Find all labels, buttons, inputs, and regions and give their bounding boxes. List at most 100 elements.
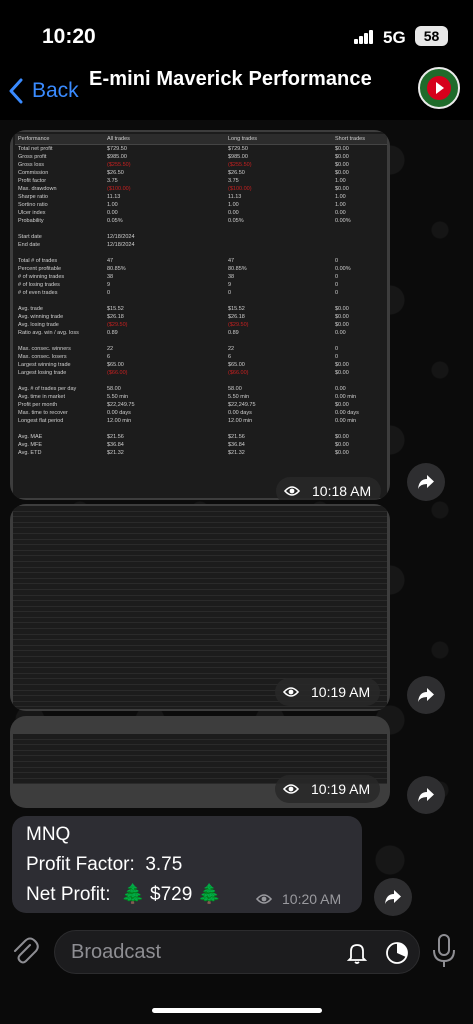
trades-grid-cell [66, 773, 93, 778]
trades-grid-cell [307, 528, 334, 533]
trades-grid-cell [40, 590, 67, 595]
trades-grid-cell [200, 635, 227, 640]
trades-grid-cell [40, 696, 67, 701]
profit-factor-value: 3.75 [145, 854, 183, 875]
trades-grid-cell [280, 573, 307, 578]
table-cell: End date [18, 242, 41, 248]
trades-grid-cell [173, 618, 200, 623]
table-cell: 12.00 min [228, 418, 253, 424]
table-cell: $26.50 [228, 170, 245, 176]
trades-grid-cell [280, 612, 307, 617]
table-cell: Max. consec. losers [18, 354, 67, 360]
trades-grid-cell [334, 612, 361, 617]
trades-grid-cell [93, 635, 120, 640]
trades-grid-cell [120, 562, 147, 567]
table-cell: 0.00 min [335, 418, 357, 424]
trades-grid-cell [280, 562, 307, 567]
table-row: Profit factor 3.75 3.75 1.00 [15, 177, 387, 185]
share-button[interactable] [407, 676, 445, 714]
table-cell: ($66.00) [228, 370, 249, 376]
table-row: Max. consec. winners 22 22 0 [15, 345, 387, 353]
paperclip-icon[interactable] [10, 936, 40, 966]
trades-grid-cell [147, 540, 174, 545]
trades-grid-cell [173, 696, 200, 701]
trades-grid-cell [120, 640, 147, 645]
trades-grid-cell [40, 517, 67, 522]
trades-grid-cell [334, 668, 361, 673]
table-cell: $985.00 [107, 154, 127, 160]
share-button[interactable] [407, 776, 445, 814]
table-cell: 22 [228, 346, 235, 352]
table-cell: 0.05% [228, 218, 244, 224]
table-row: Avg. time in market 5.50 min 5.50 min 0.00 … [15, 393, 387, 401]
share-button[interactable] [407, 463, 445, 501]
table-cell: ($66.00) [107, 370, 128, 376]
trades-grid-cell [253, 657, 280, 662]
back-label: Back [32, 79, 79, 102]
trades-grid-cell [253, 568, 280, 573]
trades-grid-cell [147, 512, 174, 517]
trades-grid-cell [66, 734, 93, 739]
trades-grid-cell [173, 512, 200, 517]
back-button[interactable]: Back [8, 76, 79, 106]
trades-grid-cell [147, 756, 174, 761]
home-indicator[interactable] [152, 1008, 322, 1013]
trades-grid-cell [200, 568, 227, 573]
trades-grid-cell [334, 506, 361, 511]
trades-grid-cell [280, 579, 307, 584]
chat-title[interactable]: E-mini Maverick Performance [89, 68, 372, 91]
trades-screenshot-message[interactable]: 10:19 AM [10, 504, 390, 711]
trades-grid-cell [200, 540, 227, 545]
trades-grid-cell [40, 607, 67, 612]
trades-grid-cell [360, 663, 387, 668]
table-cell: ($100.00) [107, 186, 131, 192]
trades-grid-cell [227, 768, 254, 773]
trades-grid-cell [360, 657, 387, 662]
trades-grid-cell [93, 745, 120, 750]
trades-grid-cell [173, 506, 200, 511]
trades-grid-cell [13, 773, 40, 778]
channel-avatar[interactable] [418, 67, 460, 109]
trades-grid-cell [173, 612, 200, 617]
trades-grid-cell [40, 612, 67, 617]
microphone-icon[interactable] [432, 934, 456, 968]
trades-grid-cell [40, 562, 67, 567]
table-cell: Largest winning trade [18, 362, 71, 368]
table-row: Avg. trade $15.52 $15.52 $0.00 [15, 305, 387, 313]
trades-grid-cell [40, 512, 67, 517]
chat-area[interactable]: Performance All trades Long trades Short tr… [0, 120, 473, 920]
bell-icon[interactable] [345, 941, 369, 965]
trades-grid-cell [200, 545, 227, 550]
trades-grid-cell [200, 551, 227, 556]
trades-grid-cell [227, 740, 254, 745]
net-profit-value: $729 [150, 884, 193, 905]
performance-table-header: Performance All trades Long trades Short tr… [15, 134, 387, 145]
trades-grid-cell [120, 663, 147, 668]
trades-grid-cell [66, 551, 93, 556]
trades-grid-cell [253, 517, 280, 522]
trades-screenshot-message[interactable]: 10:19 AM [10, 716, 390, 808]
trades-grid-cell [40, 740, 67, 745]
trades-grid-cell [13, 579, 40, 584]
trades-grid-cell [66, 512, 93, 517]
trades-grid-cell [360, 640, 387, 645]
trades-grid-cell [360, 568, 387, 573]
performance-screenshot-message[interactable]: Performance All trades Long trades Short tr… [10, 130, 390, 500]
text-message-bubble[interactable]: MNQ Profit Factor: 3.75 Net Profit: 🌲 $7… [12, 816, 362, 913]
trades-grid-cell [307, 635, 334, 640]
trades-grid-cell [200, 734, 227, 739]
trades-grid-cell [173, 646, 200, 651]
trades-grid-cell [93, 674, 120, 679]
trades-grid-cell [200, 629, 227, 634]
trades-grid-cell [147, 556, 174, 561]
trades-grid-cell [334, 545, 361, 550]
share-button[interactable] [374, 878, 412, 916]
broadcast-input[interactable]: Broadcast [54, 930, 420, 974]
timer-icon[interactable] [385, 941, 409, 965]
trades-grid-cell [93, 651, 120, 656]
trades-grid-cell [307, 657, 334, 662]
trades-grid-cell [253, 512, 280, 517]
net-profit-label: Net Profit: [26, 884, 111, 905]
trades-grid-cell [200, 779, 227, 784]
trades-grid-cell [13, 779, 40, 784]
